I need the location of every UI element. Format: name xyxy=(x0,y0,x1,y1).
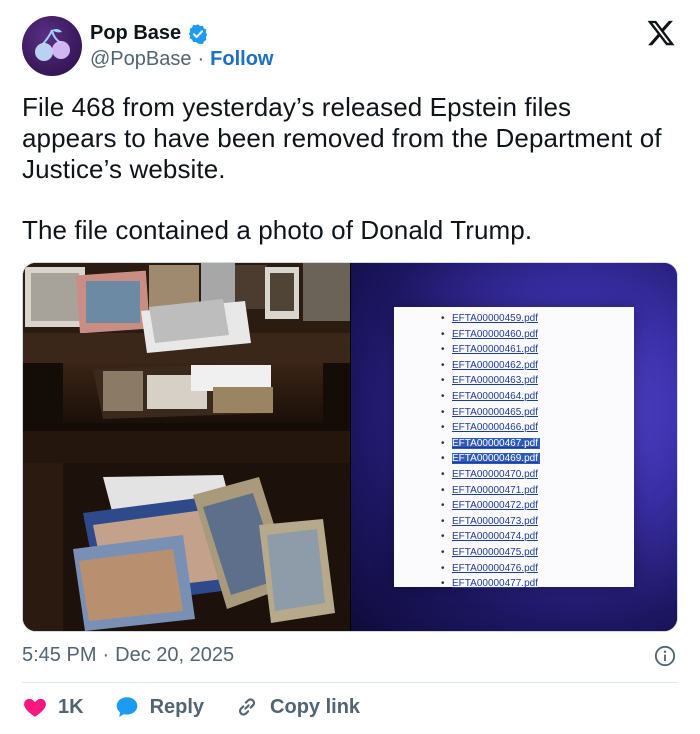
file-link[interactable]: EFTA00000464.pdf xyxy=(452,391,538,402)
photo-file-list[interactable]: EFTA00000459.pdf EFTA00000460.pdf EFTA0000… xyxy=(351,263,677,631)
file-link[interactable]: EFTA00000463.pdf xyxy=(452,375,538,386)
handle-separator: · xyxy=(197,48,205,70)
handle-row: @PopBase · Follow xyxy=(90,48,273,71)
media-grid: EFTA00000459.pdf EFTA00000460.pdf EFTA0000… xyxy=(22,262,678,632)
tweet-date: Dec 20, 2025 xyxy=(115,644,235,666)
drawer-photo-illustration xyxy=(23,263,350,631)
file-link[interactable]: EFTA00000460.pdf xyxy=(452,329,538,340)
file-list-item: EFTA00000464.pdf xyxy=(441,389,634,405)
divider xyxy=(22,682,678,683)
display-name[interactable]: Pop Base xyxy=(90,22,181,45)
file-link[interactable]: EFTA00000473.pdf xyxy=(452,516,538,527)
like-count: 1K xyxy=(58,695,84,718)
file-link[interactable]: EFTA00000474.pdf xyxy=(452,531,538,542)
copy-link-label: Copy link xyxy=(270,695,361,718)
file-list-item: EFTA00000465.pdf xyxy=(441,405,634,421)
cherry-logo-icon xyxy=(35,28,70,61)
file-list-item: EFTA00000462.pdf xyxy=(441,358,634,374)
file-list-item: EFTA00000472.pdf xyxy=(441,498,634,514)
file-list-item: EFTA00000466.pdf xyxy=(441,420,634,436)
timestamp[interactable]: 5:45 PM · Dec 20, 2025 xyxy=(22,644,234,667)
file-list-item: EFTA00000474.pdf xyxy=(441,529,634,545)
file-list-item: EFTA00000463.pdf xyxy=(441,373,634,389)
handle[interactable]: @PopBase xyxy=(90,48,191,71)
tweet-paragraph: File 468 from yesterday’s released Epste… xyxy=(22,92,662,184)
file-list-item: EFTA00000469.pdf xyxy=(441,451,634,467)
tweet-card: Pop Base @PopBase · Follow File 468 from… xyxy=(0,0,700,734)
file-link[interactable]: EFTA00000470.pdf xyxy=(452,469,538,480)
file-list-item: EFTA00000461.pdf xyxy=(441,342,634,358)
file-link[interactable]: EFTA00000461.pdf xyxy=(452,344,538,355)
tweet-time: 5:45 PM xyxy=(22,644,97,666)
file-link[interactable]: EFTA00000477.pdf xyxy=(452,578,538,589)
copy-link-button[interactable]: Copy link xyxy=(234,694,360,720)
file-link[interactable]: EFTA00000469.pdf xyxy=(452,453,540,465)
reply-label: Reply xyxy=(149,695,205,718)
file-list-item: EFTA00000467.pdf xyxy=(441,436,634,452)
info-icon[interactable] xyxy=(654,645,676,667)
time-separator: · xyxy=(102,644,110,666)
file-list-item: EFTA00000459.pdf xyxy=(441,311,634,327)
file-link[interactable]: EFTA00000466.pdf xyxy=(452,422,538,433)
author-name-row: Pop Base xyxy=(90,22,209,45)
file-link[interactable]: EFTA00000476.pdf xyxy=(452,563,538,574)
x-logo-icon[interactable] xyxy=(646,18,676,48)
file-list-item: EFTA00000471.pdf xyxy=(441,483,634,499)
heart-icon xyxy=(24,698,46,717)
photo-drawer[interactable] xyxy=(23,263,350,631)
file-list: EFTA00000459.pdf EFTA00000460.pdf EFTA0000… xyxy=(441,311,634,592)
file-link[interactable]: EFTA00000471.pdf xyxy=(452,485,538,496)
file-list-item: EFTA00000475.pdf xyxy=(441,545,634,561)
file-link[interactable]: EFTA00000462.pdf xyxy=(452,360,538,371)
tweet-paragraph: The file contained a photo of Donald Tru… xyxy=(22,215,533,245)
follow-button[interactable]: Follow xyxy=(210,48,273,71)
file-list-item: EFTA00000473.pdf xyxy=(441,514,634,530)
file-link[interactable]: EFTA00000472.pdf xyxy=(452,500,538,511)
file-list-page: EFTA00000459.pdf EFTA00000460.pdf EFTA0000… xyxy=(394,307,634,591)
tweet-text: File 468 from yesterday’s released Epste… xyxy=(22,92,662,246)
reply-button[interactable]: Reply xyxy=(114,694,204,720)
action-bar: 1K Reply Copy link xyxy=(22,694,390,720)
file-list-item: EFTA00000470.pdf xyxy=(441,467,634,483)
file-link[interactable]: EFTA00000465.pdf xyxy=(452,407,538,418)
file-link[interactable]: EFTA00000459.pdf xyxy=(452,313,538,324)
file-list-item: EFTA00000460.pdf xyxy=(441,327,634,343)
link-icon xyxy=(239,698,256,716)
verified-badge-icon xyxy=(188,23,208,44)
file-list-item: EFTA00000477.pdf xyxy=(441,576,634,592)
avatar[interactable] xyxy=(22,16,82,76)
file-link[interactable]: EFTA00000475.pdf xyxy=(452,547,538,558)
file-list-item: EFTA00000476.pdf xyxy=(441,561,634,577)
like-button[interactable]: 1K xyxy=(22,694,84,720)
speech-bubble-icon xyxy=(116,697,137,717)
file-link[interactable]: EFTA00000467.pdf xyxy=(452,437,540,449)
